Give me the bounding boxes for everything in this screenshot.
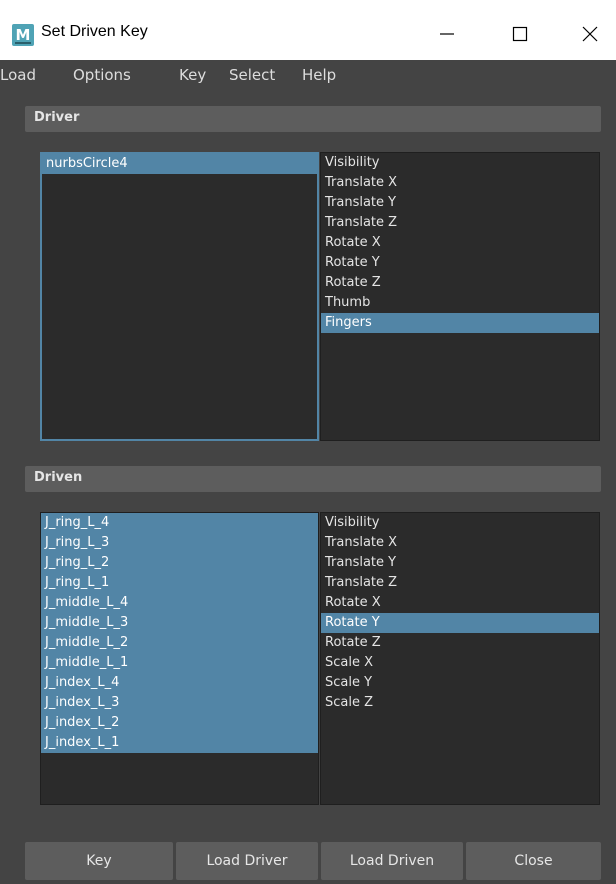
title-bar: M Set Driven Key [0,0,616,60]
window-title: Set Driven Key [41,23,148,40]
maya-icon: M [12,24,34,46]
driven-object-item[interactable]: J_middle_L_4 [41,593,318,613]
driven-attribute-item[interactable]: Translate Z [321,573,599,593]
driven-attribute-item[interactable]: Rotate X [321,593,599,613]
driver-attribute-item[interactable]: Translate X [321,173,599,193]
menu-key[interactable]: Key [179,66,206,84]
driven-objects-list[interactable]: J_ring_L_4 J_ring_L_3 J_ring_L_2 J_ring_L_1… [40,512,319,805]
driver-objects-list[interactable]: nurbsCircle4 [40,152,319,441]
driver-attribute-item[interactable]: Thumb [321,293,599,313]
driver-attributes-list[interactable]: Visibility Translate X Translate Y Translat… [320,152,600,441]
driven-attribute-item[interactable]: Translate Y [321,553,599,573]
menu-load[interactable]: Load [0,66,36,84]
driver-object-item[interactable]: nurbsCircle4 [42,154,317,174]
driven-object-item[interactable]: J_ring_L_1 [41,573,318,593]
maximize-icon [512,26,528,42]
driven-object-item[interactable]: J_index_L_3 [41,693,318,713]
driven-object-item[interactable]: J_index_L_1 [41,733,318,753]
driven-section-title: Driven [34,470,83,485]
driven-object-item[interactable]: J_index_L_4 [41,673,318,693]
maximize-button[interactable] [497,14,543,54]
driver-section-title: Driver [34,110,80,125]
driven-attributes-list[interactable]: Visibility Translate X Translate Y Translat… [320,512,600,805]
driver-attribute-item[interactable]: Translate Y [321,193,599,213]
driven-object-item[interactable]: J_middle_L_3 [41,613,318,633]
menu-bar: Load Options Key Select Help [0,60,616,92]
driven-attribute-item[interactable]: Scale Z [321,693,599,713]
minimize-button[interactable] [424,14,470,54]
driven-object-item[interactable]: J_middle_L_1 [41,653,318,673]
menu-options[interactable]: Options [73,66,131,84]
load-driver-button[interactable]: Load Driver [176,842,318,880]
driver-attribute-item[interactable]: Translate Z [321,213,599,233]
driven-attribute-item[interactable]: Translate X [321,533,599,553]
driver-attribute-item[interactable]: Rotate X [321,233,599,253]
driven-attribute-item[interactable]: Rotate Z [321,633,599,653]
menu-select[interactable]: Select [229,66,275,84]
driven-object-item[interactable]: J_ring_L_4 [41,513,318,533]
load-driven-button[interactable]: Load Driven [321,842,463,880]
driver-attribute-item[interactable]: Visibility [321,153,599,173]
close-button[interactable]: Close [466,842,601,880]
minimize-icon [440,33,454,35]
key-button[interactable]: Key [25,842,173,880]
driven-object-item[interactable]: J_index_L_2 [41,713,318,733]
driver-attribute-item[interactable]: Rotate Z [321,273,599,293]
driver-attribute-item[interactable]: Fingers [321,313,599,333]
driven-attribute-item[interactable]: Visibility [321,513,599,533]
driven-object-item[interactable]: J_ring_L_2 [41,553,318,573]
driver-attribute-item[interactable]: Rotate Y [321,253,599,273]
close-icon [582,26,598,42]
driven-attribute-item[interactable]: Scale X [321,653,599,673]
driven-object-item[interactable]: J_middle_L_2 [41,633,318,653]
driven-object-item[interactable]: J_ring_L_3 [41,533,318,553]
driven-attribute-item[interactable]: Rotate Y [321,613,599,633]
driven-attribute-item[interactable]: Scale Y [321,673,599,693]
menu-help[interactable]: Help [302,66,336,84]
driven-section-header[interactable]: Driven [25,466,601,492]
driver-section-header[interactable]: Driver [25,106,601,132]
close-window-button[interactable] [567,14,613,54]
